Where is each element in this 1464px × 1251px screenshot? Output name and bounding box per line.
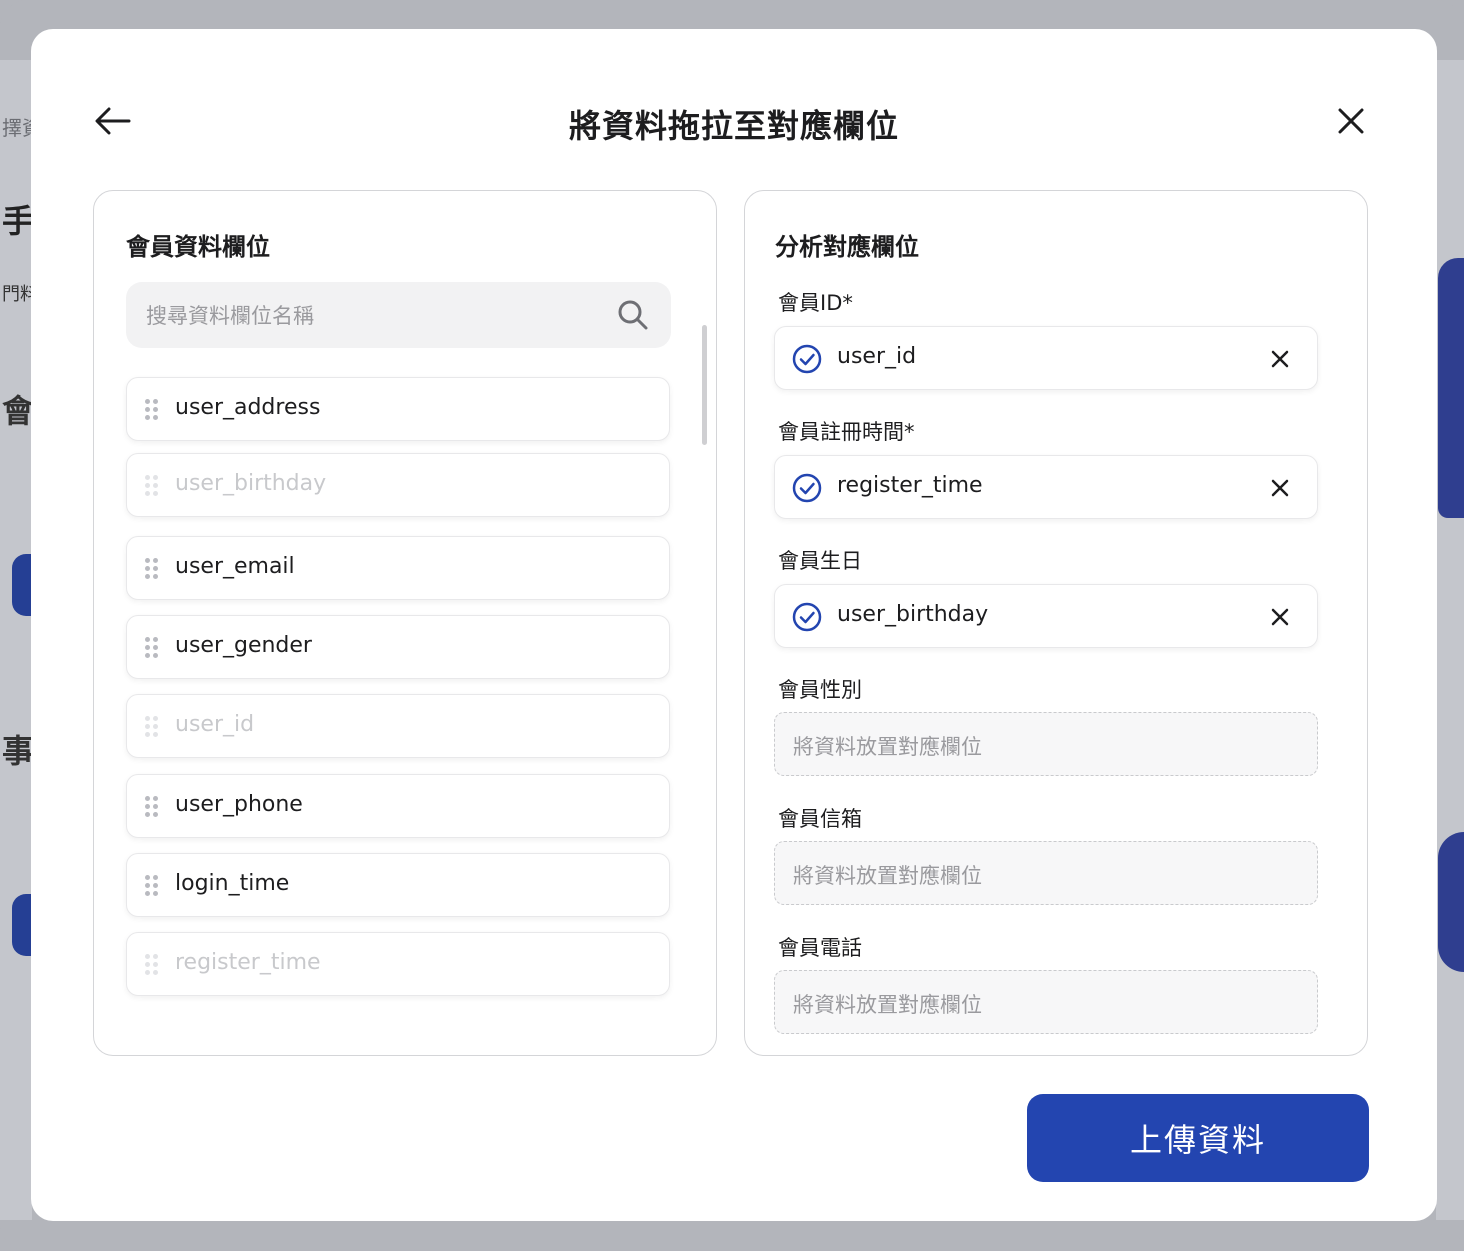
panel-title: 分析對應欄位 xyxy=(775,233,919,261)
drop-zone-placeholder: 將資料放置對應欄位 xyxy=(793,993,982,1017)
source-field-item[interactable]: user_phone xyxy=(126,774,670,838)
source-field-item[interactable]: login_time xyxy=(126,853,670,917)
target-drop-zone[interactable]: 將資料放置對應欄位 xyxy=(774,970,1318,1034)
source-field-label: user_gender xyxy=(175,633,312,658)
upload-button[interactable]: 上傳資料 xyxy=(1027,1094,1369,1182)
search-box xyxy=(126,282,671,350)
target-field-label: 會員電話 xyxy=(778,936,862,960)
drag-handle-icon[interactable] xyxy=(145,558,159,580)
background-illustration xyxy=(1438,832,1464,972)
panel-title: 會員資料欄位 xyxy=(126,233,270,261)
target-field-value: user_birthday xyxy=(837,602,989,627)
source-field-label: user_phone xyxy=(175,792,303,817)
target-field-label: 會員生日 xyxy=(778,549,862,573)
target-drop-zone[interactable]: 將資料放置對應欄位 xyxy=(774,841,1318,905)
modal-header: 將資料拖拉至對應欄位 xyxy=(31,29,1437,209)
drag-handle-icon[interactable] xyxy=(145,637,159,659)
scrollbar[interactable] xyxy=(702,325,707,445)
check-circle-icon xyxy=(792,602,822,632)
source-field-item: register_time xyxy=(126,932,670,996)
drop-zone-placeholder: 將資料放置對應欄位 xyxy=(793,735,982,759)
target-field-label: 會員註冊時間* xyxy=(778,420,915,444)
background-illustration xyxy=(1438,258,1464,518)
source-field-label: user_address xyxy=(175,395,321,420)
drag-handle-icon[interactable] xyxy=(145,796,159,818)
target-slot-filled[interactable]: register_time xyxy=(774,455,1318,519)
close-button[interactable] xyxy=(1333,103,1369,139)
drag-handle-icon xyxy=(145,475,159,497)
source-field-label: login_time xyxy=(175,871,290,896)
target-field-label: 會員信箱 xyxy=(778,807,862,831)
target-field-value: register_time xyxy=(837,473,983,498)
drop-zone-placeholder: 將資料放置對應欄位 xyxy=(793,864,982,888)
source-field-item: user_birthday xyxy=(126,453,670,517)
source-field-label: register_time xyxy=(175,950,321,975)
close-icon[interactable] xyxy=(1269,606,1291,628)
mapping-modal: 將資料拖拉至對應欄位 會員資料欄位 user_address user_birt… xyxy=(31,29,1437,1221)
background-text: 事 xyxy=(2,732,35,770)
drag-handle-icon[interactable] xyxy=(145,399,159,421)
drag-handle-icon xyxy=(145,716,159,738)
source-fields-panel: 會員資料欄位 user_address user_birthday user_e… xyxy=(93,190,717,1056)
check-circle-icon xyxy=(792,473,822,503)
drag-handle-icon xyxy=(145,954,159,976)
target-drop-zone[interactable]: 將資料放置對應欄位 xyxy=(774,712,1318,776)
close-icon[interactable] xyxy=(1269,348,1291,370)
source-field-item[interactable]: user_address xyxy=(126,377,670,441)
modal-title: 將資料拖拉至對應欄位 xyxy=(568,107,899,145)
search-icon[interactable] xyxy=(617,299,649,331)
target-fields-panel: 分析對應欄位 會員ID* user_id 會員註冊時間* register_ti… xyxy=(744,190,1368,1056)
check-circle-icon xyxy=(792,344,822,374)
source-field-label: user_email xyxy=(175,554,295,579)
search-input[interactable] xyxy=(126,282,618,350)
source-field-item: user_id xyxy=(126,694,670,758)
background-text: 會 xyxy=(2,392,35,430)
source-field-label: user_birthday xyxy=(175,471,327,496)
target-field-label: 會員ID* xyxy=(778,291,853,315)
close-icon xyxy=(1338,108,1364,134)
source-field-item[interactable]: user_email xyxy=(126,536,670,600)
background-right-strip xyxy=(1436,60,1464,1220)
source-field-item[interactable]: user_gender xyxy=(126,615,670,679)
target-field-value: user_id xyxy=(837,344,917,369)
target-slot-filled[interactable]: user_birthday xyxy=(774,584,1318,648)
source-field-label: user_id xyxy=(175,712,255,737)
close-icon[interactable] xyxy=(1269,477,1291,499)
target-slot-filled[interactable]: user_id xyxy=(774,326,1318,390)
drag-handle-icon[interactable] xyxy=(145,875,159,897)
target-field-label: 會員性別 xyxy=(778,678,862,702)
